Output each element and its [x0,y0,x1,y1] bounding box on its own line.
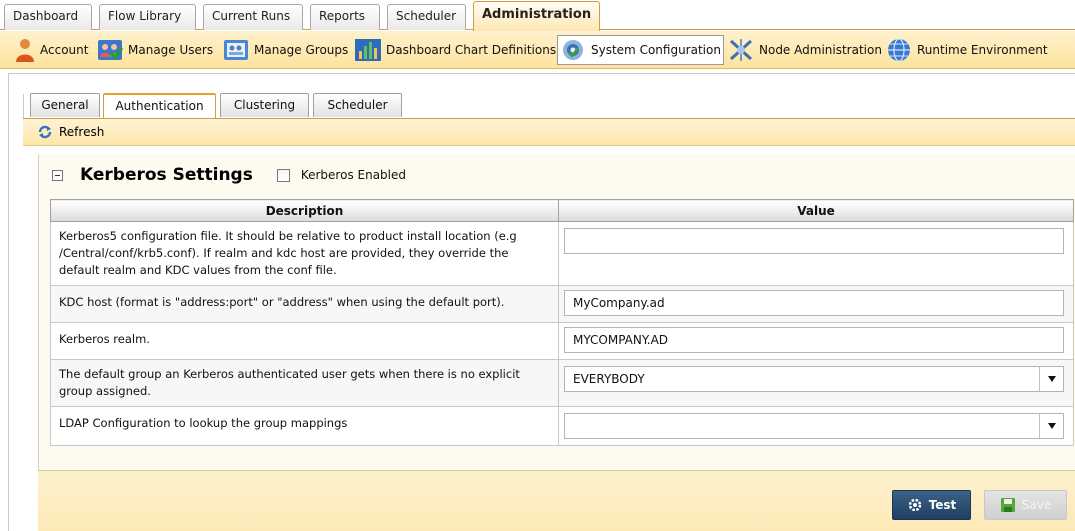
row-value-cell: EVERYBODY [558,359,1074,407]
refresh-button[interactable]: Refresh [37,124,104,140]
tab-dashboard[interactable]: Dashboard [4,4,92,30]
tab-current-runs[interactable]: Current Runs [203,4,303,30]
globe-icon [888,38,910,62]
kerberos-enabled-checkbox[interactable] [276,168,290,182]
toolbar-node-administration[interactable]: Node Administration [727,35,884,65]
row-value-cell [558,221,1074,286]
kerberos-settings-table: Description Value Kerberos5 configuratio… [50,199,1074,446]
tab-label: Current Runs [212,9,291,23]
toolbar-system-configuration[interactable]: System Configuration [557,35,724,65]
save-icon [1000,498,1015,512]
gear-icon [563,40,583,60]
gear-icon [908,498,921,512]
toolbar-label: Manage Users [128,43,214,57]
toolbar-manage-users[interactable]: Manage Users [96,35,215,65]
tab-label: Administration [482,7,592,22]
table-row: LDAP Configuration to lookup the group m… [50,406,1074,446]
table-row: Kerberos realm. MYCOMPANY.AD [50,322,1074,360]
row-description: Kerberos realm. [50,322,559,360]
table-row: KDC host (format is "address:port" or "a… [50,285,1074,323]
tab-scheduler[interactable]: Scheduler [387,4,466,30]
tab-flow-library[interactable]: Flow Library [99,4,196,30]
kerberos-realm-input[interactable]: MYCOMPANY.AD [564,327,1064,353]
chevron-down-icon[interactable] [1039,367,1063,391]
kerberos-section-header: Kerberos Settings Kerberos Enabled [52,163,406,187]
table-row: Kerberos5 configuration file. It should … [50,221,1074,286]
toolbar-label: Node Administration [759,43,882,57]
toolbar-dashboard-chart-definitions[interactable]: Dashboard Chart Definitions [354,35,558,65]
test-button[interactable]: Test [892,490,971,520]
column-header-description: Description [50,199,559,222]
toolbar-label: Account [40,43,89,57]
tab-clustering[interactable]: Clustering [220,93,309,117]
manage-users-icon [98,40,124,61]
node-icon [729,39,753,61]
tab-reports[interactable]: Reports [310,4,380,30]
action-bar: Test Save [38,470,1075,531]
tab-general[interactable]: General [30,93,100,117]
row-description: LDAP Configuration to lookup the group m… [50,406,559,446]
tab-label: Reports [319,9,366,23]
tab-label: Flow Library [108,9,182,23]
tab-label: Clustering [233,98,296,112]
table-row: The default group an Kerberos authentica… [50,359,1074,407]
admin-toolbar: Account Manage Users Manage Groups Dashb… [0,31,1075,69]
kdc-host-input[interactable]: MyCompany.ad [564,290,1064,316]
row-description: Kerberos5 configuration file. It should … [50,221,559,286]
row-value-cell [558,406,1074,446]
toolbar-runtime-environment[interactable]: Runtime Environment [885,35,1050,65]
toolbar-label: System Configuration [591,43,721,57]
tab-label: Authentication [115,99,204,113]
kerberos-enabled-label: Kerberos Enabled [300,168,407,182]
toolbar-label: Manage Groups [254,43,349,57]
refresh-bar: Refresh [23,118,1075,146]
column-header-value: Value [558,199,1074,222]
collapse-icon[interactable] [52,169,63,181]
tab-label: General [41,98,89,112]
toolbar-account[interactable]: Account [14,35,90,65]
toolbar-label: Runtime Environment [917,43,1048,57]
bar-chart-icon [355,39,381,61]
test-label: Test [928,498,957,512]
manage-groups-icon [224,40,248,60]
top-navigation-tabs: Dashboard Flow Library Current Runs Repo… [0,0,1075,31]
save-label: Save [1021,498,1052,512]
refresh-label: Refresh [59,125,105,139]
config-sub-tabs: General Authentication Clustering Schedu… [23,93,1075,118]
toolbar-manage-groups[interactable]: Manage Groups [222,35,350,65]
tab-label: Dashboard [13,9,79,23]
tab-administration[interactable]: Administration [473,1,600,31]
row-value-cell: MyCompany.ad [558,285,1074,323]
tab-scheduler-config[interactable]: Scheduler [313,93,402,117]
chevron-down-icon[interactable] [1039,414,1063,438]
tab-label: Scheduler [396,9,457,23]
toolbar-label: Dashboard Chart Definitions [386,43,557,57]
section-title: Kerberos Settings [80,165,253,185]
krb5-config-file-input[interactable] [564,228,1064,254]
default-group-select[interactable]: EVERYBODY [564,366,1064,392]
row-description: The default group an Kerberos authentica… [50,359,559,407]
ldap-configuration-select[interactable] [564,413,1064,439]
row-value-cell: MYCOMPANY.AD [558,322,1074,360]
save-button[interactable]: Save [984,490,1067,520]
default-group-value: EVERYBODY [573,372,645,386]
row-description: KDC host (format is "address:port" or "a… [50,285,559,323]
account-icon [16,39,34,62]
refresh-icon [38,125,52,139]
tab-authentication[interactable]: Authentication [103,93,216,118]
tab-label: Scheduler [327,98,388,112]
